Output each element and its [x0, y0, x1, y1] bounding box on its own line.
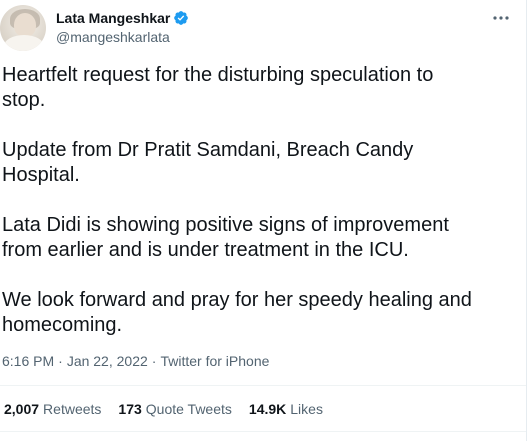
tweet-paragraph: Update from Dr Pratit Samdani, Breach Ca… — [2, 139, 414, 186]
tweet-paragraph: We look forward and pray for her speedy … — [2, 289, 472, 336]
avatar[interactable] — [0, 5, 46, 51]
quote-tweets-stat[interactable]: 173 Quote Tweets — [118, 399, 232, 419]
likes-count: 14.9K — [248, 401, 287, 417]
quote-tweets-label: Quote Tweets — [145, 401, 232, 417]
retweets-count: 2,007 — [4, 401, 40, 417]
likes-stat[interactable]: 14.9K Likes — [249, 399, 323, 419]
tweet-paragraph: Lata Didi is showing positive signs of i… — [2, 214, 449, 261]
retweets-stat[interactable]: 2,007 Retweets — [4, 399, 101, 419]
frame-edge — [526, 0, 527, 441]
meta-separator: · — [58, 353, 63, 369]
tweet-timestamp-date[interactable]: Jan 22, 2022 — [67, 353, 148, 369]
meta-separator: · — [151, 353, 157, 369]
divider — [0, 431, 526, 432]
tweet-meta: 6:16 PM · Jan 22, 2022 · Twitter for iPhone — [2, 351, 269, 371]
tweet-text: Heartfelt request for the disturbing spe… — [2, 63, 522, 338]
author-handle[interactable]: @mangeshkarlata — [56, 28, 170, 46]
retweets-label: Retweets — [43, 401, 102, 417]
verified-badge-icon — [173, 10, 189, 26]
divider — [0, 385, 526, 386]
tweet-header: Lata Mangeshkar @mangeshkarlata — [0, 0, 526, 56]
avatar-face — [14, 13, 36, 37]
author-display-name[interactable]: Lata Mangeshkar — [56, 9, 170, 27]
tweet-timestamp-time[interactable]: 6:16 PM — [2, 353, 54, 369]
avatar-body — [4, 35, 44, 51]
likes-label: Likes — [290, 401, 323, 417]
tweet-paragraph: Heartfelt request for the disturbing spe… — [2, 64, 434, 111]
more-options-button[interactable] — [487, 8, 515, 28]
tweet-source-link[interactable]: Twitter for iPhone — [160, 353, 269, 369]
author-name-row[interactable]: Lata Mangeshkar — [56, 9, 189, 27]
quote-tweets-count: 173 — [118, 401, 142, 417]
tweet-stats: 2,007 Retweets 173 Quote Tweets 14.9K Li… — [4, 399, 340, 419]
more-options-icon — [493, 16, 509, 20]
